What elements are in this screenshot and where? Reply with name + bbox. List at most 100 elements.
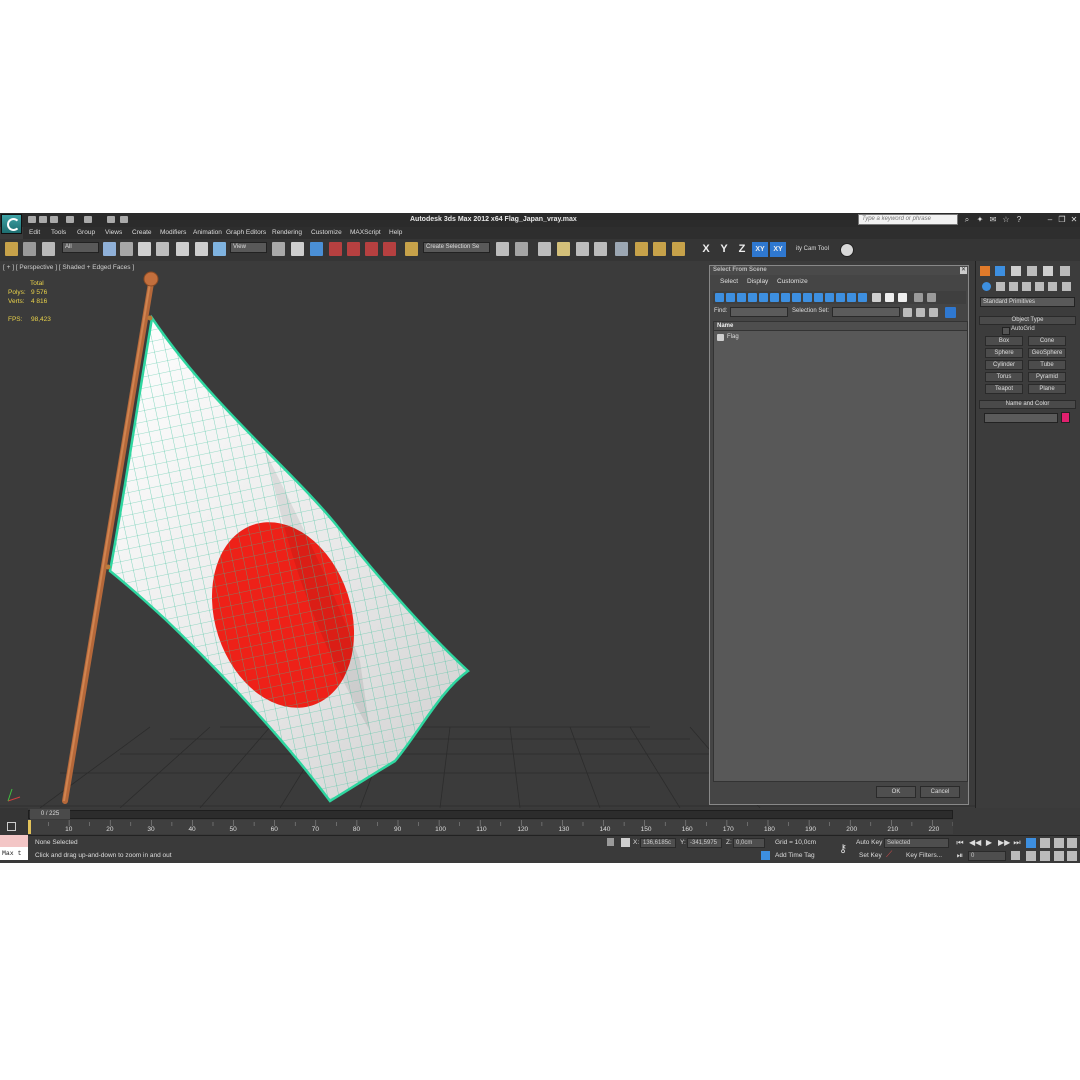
filter-funnel-icon[interactable] xyxy=(914,293,923,302)
dialog-menu-select[interactable]: Select xyxy=(720,278,738,285)
tube-button[interactable]: Tube xyxy=(1028,360,1066,370)
hold-icon[interactable] xyxy=(107,216,115,223)
menu-rendering[interactable]: Rendering xyxy=(272,229,302,236)
keyboard-shortcut-toggle-icon[interactable] xyxy=(310,242,323,256)
key-mode-toggle-icon[interactable]: ⏯ xyxy=(955,851,965,861)
axis-xy-cycle-button[interactable]: XY xyxy=(770,242,786,257)
select-dependents-icon[interactable] xyxy=(898,293,907,302)
filter-lights-icon[interactable] xyxy=(737,293,746,302)
menu-tools[interactable]: Tools xyxy=(51,229,66,236)
key-mode-dropdown[interactable]: Selected xyxy=(884,838,949,848)
render-setup-icon[interactable] xyxy=(635,242,648,256)
communication-icon[interactable]: ✉ xyxy=(989,216,997,224)
undo-icon[interactable] xyxy=(66,216,74,223)
absolute-mode-icon[interactable] xyxy=(621,838,630,847)
filter-geometry-icon[interactable] xyxy=(715,293,724,302)
axis-x-button[interactable]: X xyxy=(698,242,714,257)
named-selection-dropdown[interactable]: Create Selection Se xyxy=(423,242,490,253)
play-icon[interactable]: ▶ xyxy=(984,838,994,848)
curve-editor-icon[interactable] xyxy=(576,242,589,256)
close-button[interactable]: ✕ xyxy=(1068,214,1080,225)
menu-animation[interactable]: Animation xyxy=(193,229,222,236)
schematic-view-icon[interactable] xyxy=(594,242,607,256)
dialog-menu-display[interactable]: Display xyxy=(747,278,768,285)
select-and-move-icon[interactable] xyxy=(176,242,189,256)
cam-tool-icon[interactable] xyxy=(840,243,854,257)
x-coordinate-field[interactable]: 136,6185c xyxy=(640,838,676,848)
maxscript-listener-pink[interactable] xyxy=(0,835,28,847)
render-production-icon[interactable] xyxy=(672,242,685,256)
maxscript-mini-listener[interactable]: Max t xyxy=(0,847,28,860)
helpers-category-icon[interactable] xyxy=(1035,282,1044,291)
rendered-frame-window-icon[interactable] xyxy=(653,242,666,256)
selection-set-dropdown[interactable] xyxy=(832,307,900,317)
time-configuration-icon[interactable] xyxy=(1011,851,1020,860)
column-header-name[interactable]: Name xyxy=(714,322,967,331)
menu-graph-editors[interactable]: Graph Editors xyxy=(226,229,266,236)
filter-cameras-icon[interactable] xyxy=(748,293,757,302)
select-and-link-icon[interactable] xyxy=(5,242,18,256)
minimize-button[interactable]: – xyxy=(1044,214,1056,225)
motion-tab-icon[interactable] xyxy=(1027,266,1037,276)
cancel-button[interactable]: Cancel xyxy=(920,786,960,798)
dialog-menu-customize[interactable]: Customize xyxy=(777,278,808,285)
filter-bones-icon[interactable] xyxy=(803,293,812,302)
filter-xrefs-icon[interactable] xyxy=(792,293,801,302)
selection-filter-dropdown[interactable]: All xyxy=(62,242,99,253)
current-frame-field[interactable]: 0 xyxy=(968,851,1006,861)
selection-set-edit-icon[interactable] xyxy=(929,308,938,317)
field-of-view-icon[interactable] xyxy=(1026,851,1036,861)
filter-shapes-icon[interactable] xyxy=(726,293,735,302)
filter-options-icon[interactable] xyxy=(927,293,936,302)
go-to-start-icon[interactable]: ⏮ xyxy=(955,838,965,848)
restore-button[interactable]: ❐ xyxy=(1056,214,1068,225)
search-icon[interactable]: ⌕ xyxy=(963,216,971,224)
set-key-button[interactable]: Set Key xyxy=(859,852,882,859)
geometry-category-icon[interactable] xyxy=(982,282,991,291)
track-bar-icon[interactable] xyxy=(7,822,16,831)
name-and-color-rollout[interactable]: Name and Color xyxy=(979,400,1076,409)
object-type-rollout[interactable]: Object Type xyxy=(979,316,1076,325)
graphite-ribbon-icon[interactable] xyxy=(557,242,570,256)
spacewarps-category-icon[interactable] xyxy=(1048,282,1057,291)
filter-groups-icon[interactable] xyxy=(781,293,790,302)
time-slider[interactable] xyxy=(28,810,953,819)
primitive-type-dropdown[interactable]: Standard Primitives xyxy=(980,297,1075,307)
cameras-category-icon[interactable] xyxy=(1022,282,1031,291)
favorites-icon[interactable]: ☆ xyxy=(1002,216,1010,224)
box-button[interactable]: Box xyxy=(985,336,1023,346)
pivot-center-icon[interactable] xyxy=(272,242,285,256)
display-influences-icon[interactable] xyxy=(885,293,894,302)
save-file-icon[interactable] xyxy=(50,216,58,223)
plane-button[interactable]: Plane xyxy=(1028,384,1066,394)
pan-view-icon[interactable] xyxy=(1040,851,1050,861)
teapot-button[interactable]: Teapot xyxy=(985,384,1023,394)
filter-all-icon[interactable] xyxy=(847,293,856,302)
project-folder-icon[interactable] xyxy=(120,216,128,223)
menu-modifiers[interactable]: Modifiers xyxy=(160,229,186,236)
angle-snap-icon[interactable] xyxy=(347,242,360,256)
spinner-snap-icon[interactable] xyxy=(383,242,396,256)
go-to-end-icon[interactable]: ⏭ xyxy=(1012,838,1022,848)
percent-snap-icon[interactable] xyxy=(365,242,378,256)
align-icon[interactable] xyxy=(515,242,528,256)
zoom-extents-icon[interactable] xyxy=(1054,838,1064,848)
y-coordinate-field[interactable]: -341,5975 xyxy=(687,838,722,848)
auto-key-button[interactable]: Auto Key xyxy=(856,839,882,846)
lights-category-icon[interactable] xyxy=(1009,282,1018,291)
maximize-viewport-icon[interactable] xyxy=(1067,851,1077,861)
key-icon[interactable]: ⚷ xyxy=(836,842,850,856)
cam-tool-label[interactable]: ity Cam Tool xyxy=(796,246,829,252)
filter-none-icon[interactable] xyxy=(858,293,867,302)
reference-coord-dropdown[interactable]: View xyxy=(230,242,267,253)
pyramid-button[interactable]: Pyramid xyxy=(1028,372,1066,382)
sphere-button[interactable]: Sphere xyxy=(985,348,1023,358)
menu-create[interactable]: Create xyxy=(132,229,152,236)
list-item-flag[interactable]: Flag xyxy=(727,334,739,340)
autogrid-checkbox[interactable] xyxy=(1002,327,1010,335)
filter-frozen-icon[interactable] xyxy=(825,293,834,302)
select-by-name-icon[interactable] xyxy=(120,242,133,256)
new-file-icon[interactable] xyxy=(28,216,36,223)
axis-xy-button[interactable]: XY xyxy=(752,242,768,257)
edit-named-selection-icon[interactable] xyxy=(405,242,418,256)
